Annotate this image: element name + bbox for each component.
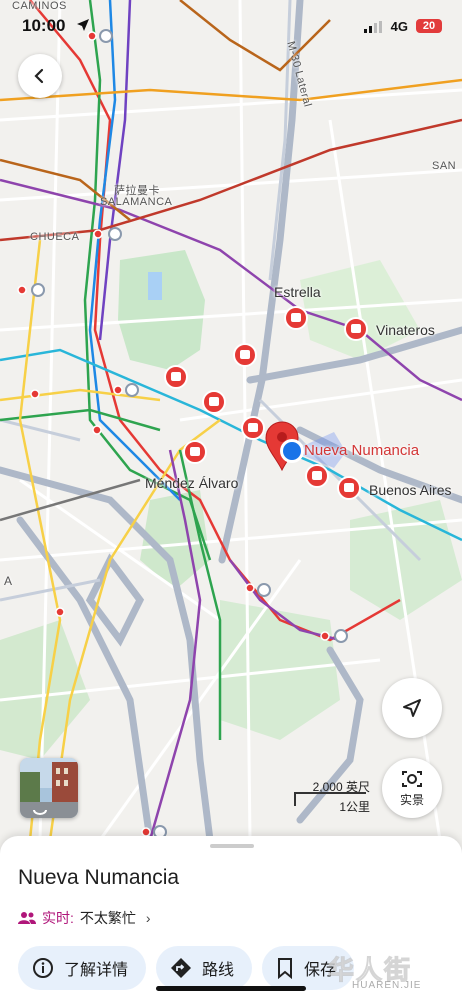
map-label-a: A [4,574,13,588]
battery-level: 20 [416,19,442,33]
info-icon [33,958,53,978]
map-label-san: SAN [432,160,457,172]
watermark-sub: HUAREN.JIE [352,980,422,991]
map-label-mendez-alvaro: Méndez Álvaro [145,475,239,491]
street-view-image [20,758,78,818]
route-label: 路线 [202,962,235,979]
home-indicator[interactable] [156,986,306,991]
signal-icon [364,21,382,33]
sheet-drag-handle[interactable] [210,844,254,848]
directions-icon [171,958,192,978]
navigation-icon [403,699,421,717]
map-label-chueca: CHUECA [30,231,80,243]
street-view-thumbnail[interactable] [20,758,78,818]
lens-icon [402,770,422,787]
chevron-right-icon: › [145,910,151,926]
scale-metric: 1公里 [339,800,370,814]
back-button[interactable] [18,54,62,98]
action-row: 了解详情 路线 保存 [18,946,355,990]
lens-button[interactable]: 实景 [382,758,442,818]
live-label: 实时: [42,910,74,926]
people-icon [18,912,36,924]
location-arrow-icon [77,19,89,31]
my-location-button[interactable] [382,678,442,738]
live-busyness[interactable]: 实时: 不太繁忙 › [18,908,151,928]
bookmark-icon [278,958,293,979]
destination-label[interactable]: Nueva Numancia [304,442,419,459]
status-time: 10:00 [22,16,66,35]
details-button[interactable]: 了解详情 [18,946,147,990]
map-label-buenos-aires: Buenos Aires [369,482,452,498]
map-label-vinateros: Vinateros [376,322,435,338]
map-label-salamanca: SALAMANCA [100,196,173,208]
back-icon [34,68,44,84]
lens-label: 实景 [399,792,424,807]
map-scale: 2,000 英尺 1公里 [292,776,374,816]
details-label: 了解详情 [64,962,129,979]
network-type: 4G [390,19,408,34]
place-name: Nueva Numancia [18,866,180,889]
status-bar: 10:00 4G 20 [0,0,462,44]
map-label-estrella: Estrella [274,284,321,300]
live-value: 不太繁忙 [79,910,136,926]
route-button[interactable]: 路线 [156,946,253,990]
